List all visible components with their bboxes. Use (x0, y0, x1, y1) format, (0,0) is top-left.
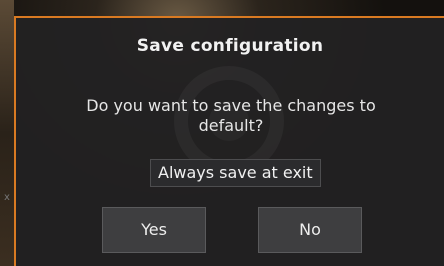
always-save-at-exit-button[interactable]: Always save at exit (150, 159, 321, 187)
yes-button[interactable]: Yes (102, 207, 206, 253)
background-edge (0, 0, 14, 266)
edge-marker: x (4, 192, 10, 203)
dialog-title: Save configuration (136, 36, 324, 56)
save-configuration-dialog: Save configuration Do you want to save t… (14, 16, 444, 266)
dialog-message: Do you want to save the changes to defau… (86, 96, 376, 135)
no-button[interactable]: No (258, 207, 362, 253)
